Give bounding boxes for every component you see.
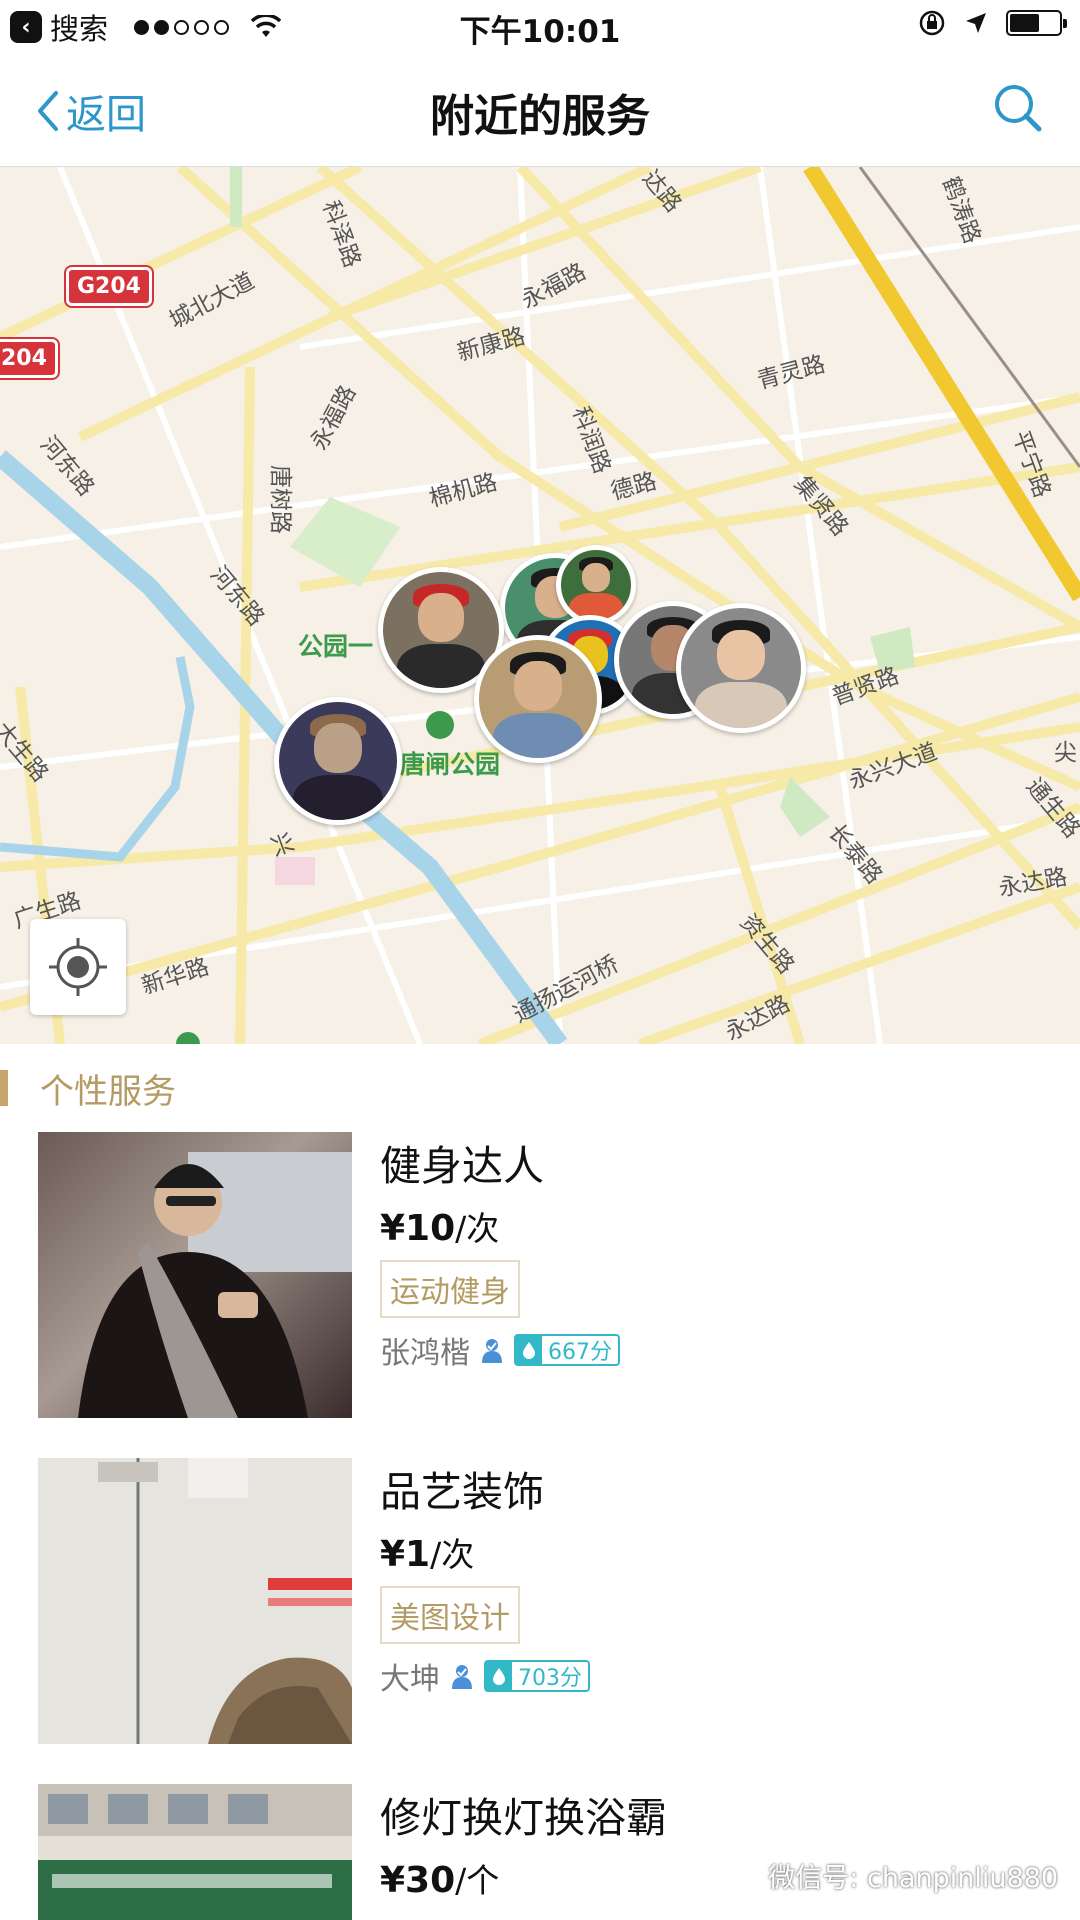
service-list-item[interactable]: 修灯换灯换浴霸 ¥30/个 (0, 1784, 1080, 1920)
drop-icon (493, 1668, 505, 1685)
price-unit: /个 (455, 1861, 500, 1900)
page-title: 附近的服务 (430, 91, 650, 142)
road-label: 尖 (1054, 740, 1077, 766)
provider-name: 大坤 (380, 1662, 440, 1697)
service-price: ¥10/次 (380, 1202, 499, 1250)
service-price: ¥30/个 (380, 1854, 499, 1902)
section-header: 个性服务 (0, 1044, 1080, 1128)
location-arrow-icon (966, 13, 986, 33)
road-label: 唐树路 (267, 465, 293, 534)
service-category-tag[interactable]: 运动健身 (380, 1260, 520, 1318)
status-right (918, 9, 1067, 37)
battery-icon (1006, 10, 1067, 36)
service-title: 健身达人 (380, 1142, 544, 1190)
user-avatar-marker[interactable] (474, 635, 602, 763)
service-photo (78, 1152, 352, 1418)
price-value: ¥1 (380, 1534, 431, 1575)
price-value: ¥10 (380, 1208, 456, 1249)
credit-score-badge: 667分 (514, 1334, 620, 1366)
nav-bar: 返回 附近的服务 (0, 52, 1080, 167)
service-list-item[interactable]: 品艺装饰 ¥1/次 美图设计 大坤 703分 (0, 1458, 1080, 1784)
price-unit: /次 (455, 1209, 500, 1248)
nearby-map[interactable]: G204 204 科泽路 城北大道 永福路 新康路 青灵路 科润路 集贤路 平宁… (0, 167, 1080, 1044)
credit-score: 667分 (548, 1340, 612, 1365)
search-icon[interactable] (992, 82, 1044, 134)
highway-badge-204: 204 (0, 339, 58, 378)
price-unit: /次 (430, 1535, 475, 1574)
user-avatar-marker[interactable] (676, 603, 806, 733)
service-provider[interactable]: 张鸿楷 667分 (380, 1328, 620, 1372)
service-category-tag[interactable]: 美图设计 (380, 1586, 520, 1644)
verified-user-icon (482, 1339, 502, 1363)
service-title: 修灯换灯换浴霸 (380, 1794, 667, 1842)
service-price: ¥1/次 (380, 1528, 474, 1576)
park-label: 公园一 (298, 632, 374, 661)
service-thumbnail[interactable] (38, 1784, 352, 1920)
watermark-text: 微信号: chanpinliu880 (768, 1863, 1058, 1894)
service-list-item[interactable]: 健身达人 ¥10/次 运动健身 张鸿楷 667分 (0, 1132, 1080, 1458)
locate-me-button[interactable] (30, 919, 126, 1015)
service-photo (38, 1784, 352, 1920)
verified-user-icon (452, 1665, 472, 1689)
service-thumbnail[interactable] (38, 1458, 352, 1744)
rotation-lock-icon (919, 10, 945, 36)
service-title: 品艺装饰 (380, 1468, 544, 1516)
service-thumbnail[interactable] (38, 1132, 352, 1418)
wechat-icon (721, 1860, 759, 1890)
section-accent-bar (0, 1070, 8, 1106)
wechat-watermark: 微信号: chanpinliu880 (720, 1856, 1058, 1895)
park-label: 唐闸公园 (400, 750, 501, 779)
user-avatar-marker[interactable] (274, 697, 402, 825)
service-provider[interactable]: 大坤 703分 (380, 1654, 590, 1698)
price-value: ¥30 (380, 1860, 456, 1901)
drop-icon (523, 1342, 535, 1359)
credit-score: 703分 (518, 1666, 582, 1691)
provider-name: 张鸿楷 (380, 1336, 470, 1371)
status-bar: ‹ 搜索 下午10:01 (0, 0, 1080, 52)
crosshair-icon (49, 938, 107, 996)
highway-badge-g204: G204 (66, 267, 152, 306)
user-avatar-marker[interactable] (556, 545, 636, 625)
service-photo (38, 1458, 352, 1744)
section-title: 个性服务 (40, 1072, 176, 1112)
credit-score-badge: 703分 (484, 1660, 590, 1692)
